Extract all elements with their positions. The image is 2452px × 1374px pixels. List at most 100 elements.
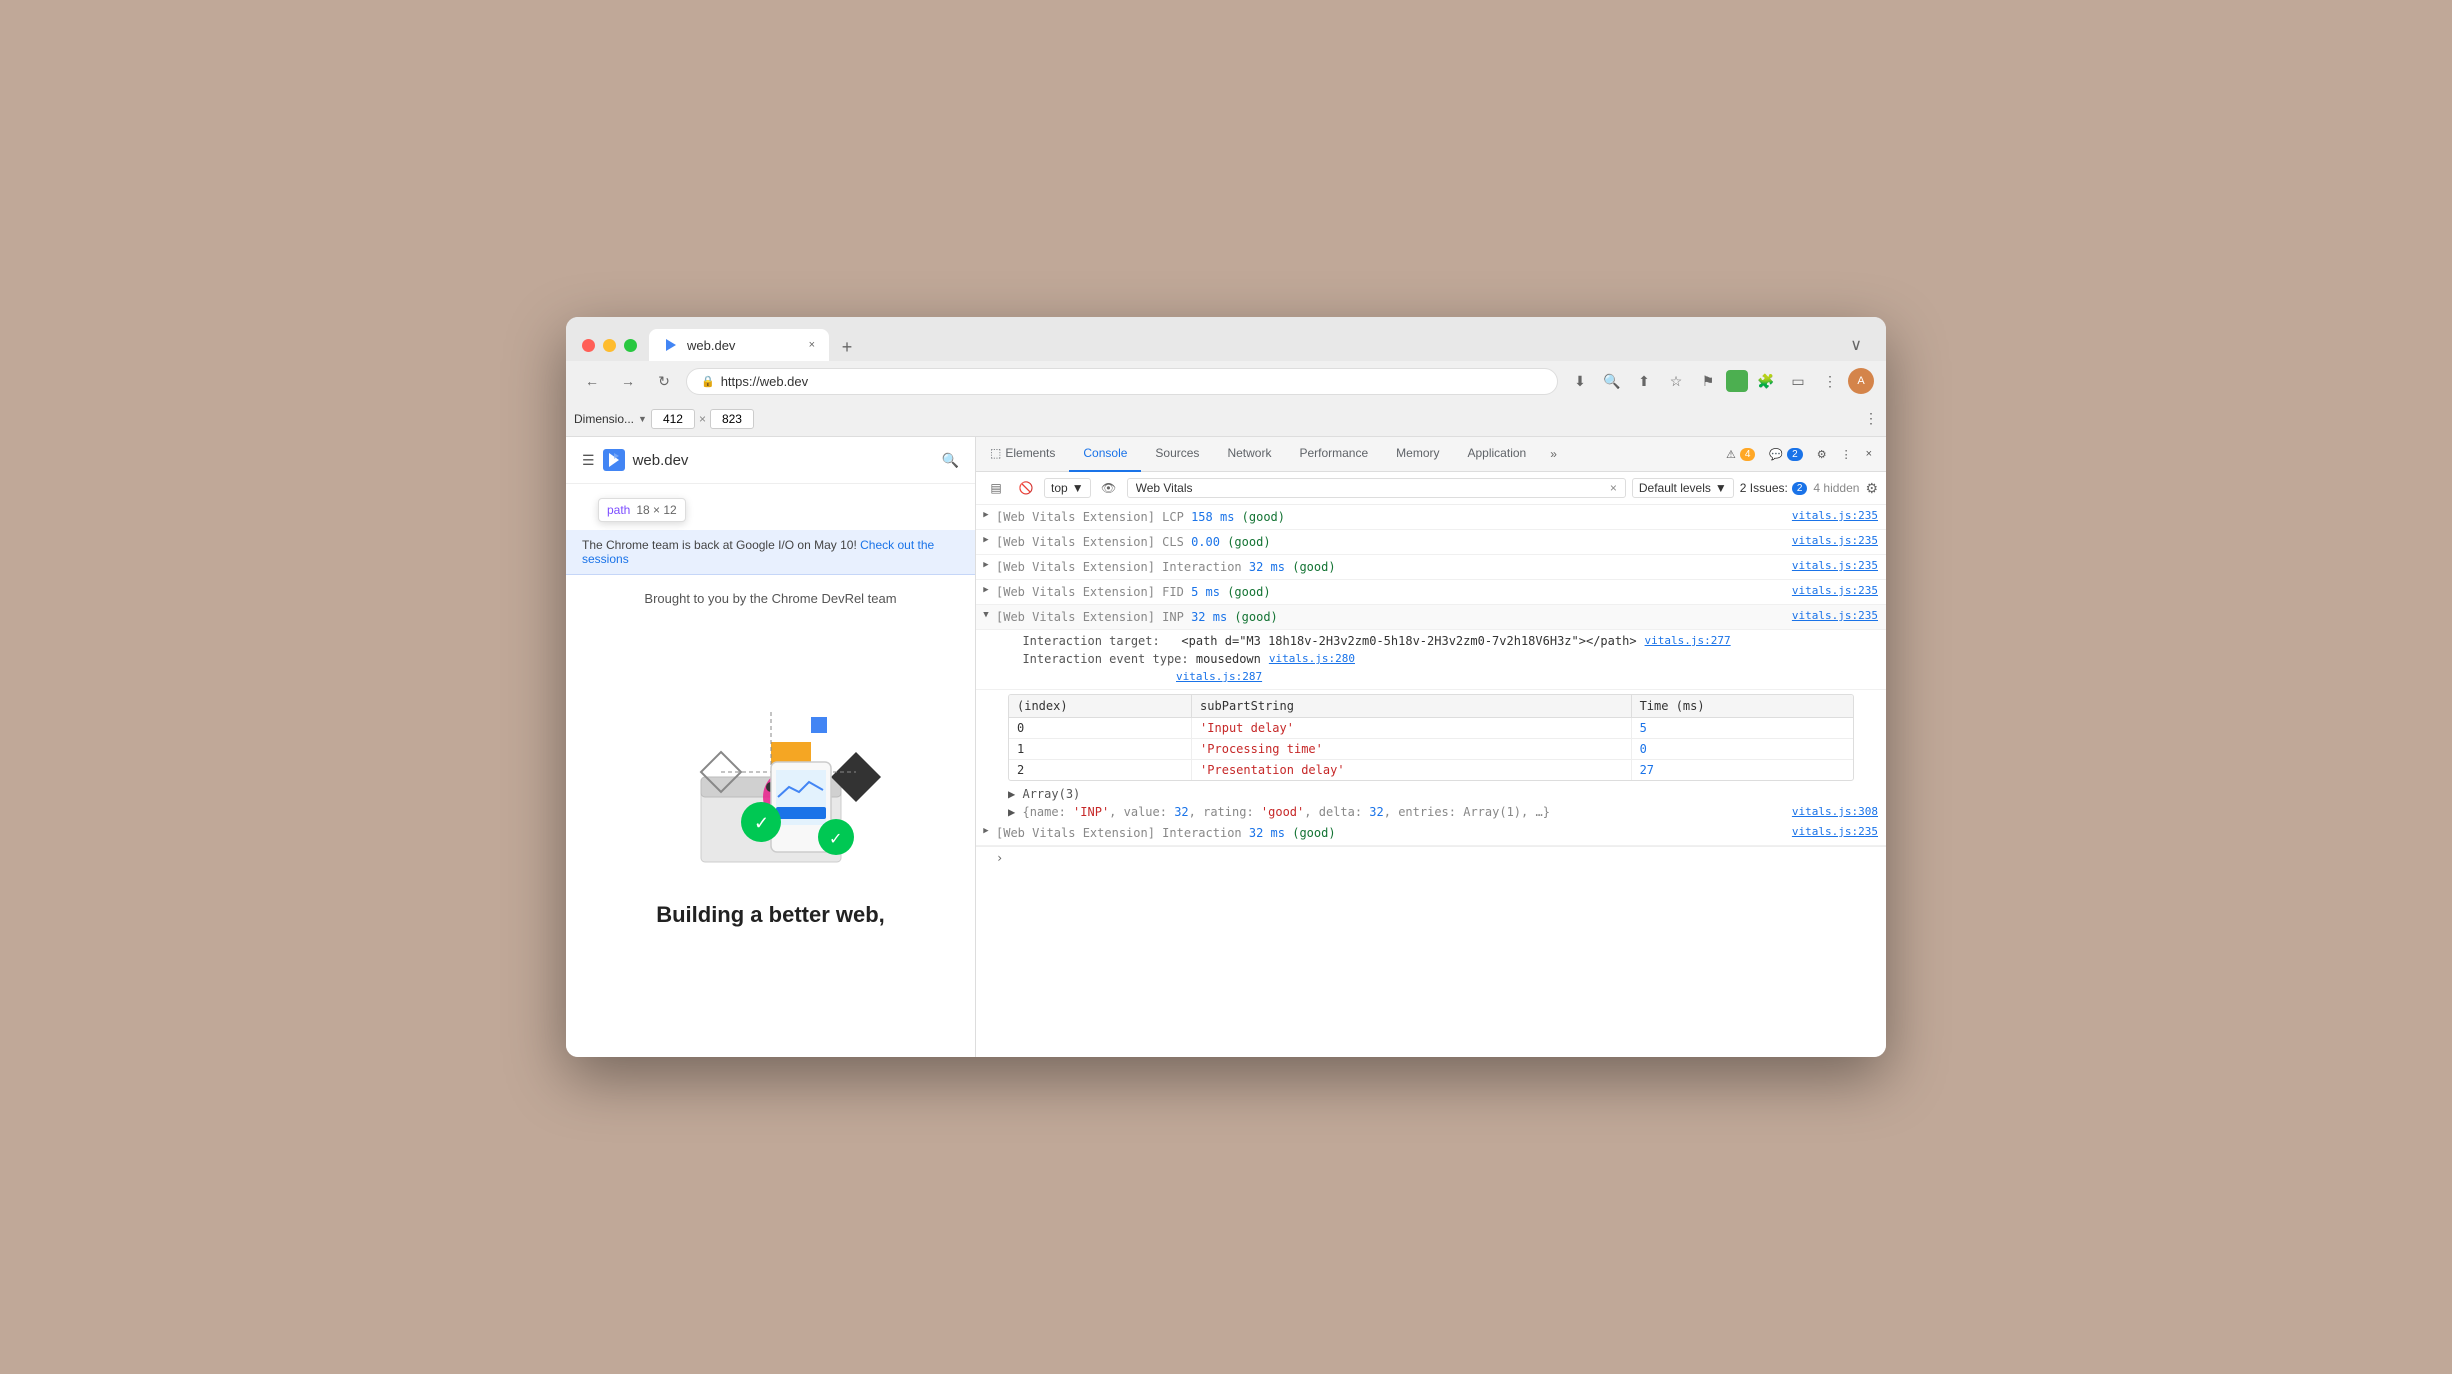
tab-favicon-icon <box>663 337 679 353</box>
toolbar-actions: ⬇ 🔍 ⬆ ☆ ⚑ 🧩 ▭ ⋮ A <box>1566 367 1874 395</box>
back-button[interactable]: ← <box>578 367 606 395</box>
tab-network[interactable]: Network <box>1213 437 1285 472</box>
clear-filter-button[interactable]: × <box>1610 481 1617 495</box>
log-source[interactable]: vitals.js:235 <box>1792 583 1878 600</box>
levels-selector[interactable]: Default levels ▼ <box>1632 478 1734 498</box>
puzzle-button[interactable]: 🧩 <box>1752 367 1780 395</box>
expand-button[interactable]: ▶ <box>1008 805 1015 819</box>
list-item[interactable]: ▼ [Web Vitals Extension] INP 32 ms (good… <box>976 605 1886 630</box>
dropdown-icon: ▼ <box>638 414 647 424</box>
levels-label: Default levels <box>1639 481 1711 495</box>
bookmark-button[interactable]: ☆ <box>1662 367 1690 395</box>
tab-memory[interactable]: Memory <box>1382 437 1453 472</box>
console-settings-button[interactable]: ⚙ <box>1865 480 1878 497</box>
dimension-preset-label[interactable]: Dimensio... <box>574 412 634 426</box>
log-source[interactable]: vitals.js:280 <box>1269 652 1355 665</box>
expand-button[interactable]: ▶ <box>980 826 992 838</box>
list-item[interactable]: ▶ [Web Vitals Extension] Interaction 32 … <box>976 821 1886 846</box>
table-row: 0 'Input delay' 5 <box>1009 718 1853 739</box>
filter-input[interactable] <box>1136 481 1604 495</box>
traffic-lights <box>582 339 637 352</box>
tab-sources[interactable]: Sources <box>1141 437 1213 472</box>
tab-console[interactable]: Console <box>1069 437 1141 472</box>
expand-button[interactable]: ▶ <box>980 510 992 522</box>
list-item[interactable]: ▶ [Web Vitals Extension] CLS 0.00 (good)… <box>976 530 1886 555</box>
sidebar-panel-button[interactable]: ▤ <box>984 476 1008 500</box>
flag-button[interactable]: ⚑ <box>1694 367 1722 395</box>
context-selector[interactable]: top ▼ <box>1044 478 1091 498</box>
list-item[interactable]: ▶ [Web Vitals Extension] FID 5 ms (good)… <box>976 580 1886 605</box>
expand-button[interactable]: ▶ <box>980 535 992 547</box>
log-source[interactable]: vitals.js:235 <box>1792 533 1878 550</box>
issues-count: 2 Issues: 2 <box>1740 481 1808 495</box>
table-cell-index: 2 <box>1009 760 1192 781</box>
array-entry[interactable]: ▶ Array(3) <box>976 785 1886 803</box>
detail-label: Interaction event type: <box>1008 652 1196 666</box>
devtools-more-button[interactable]: ⋮ <box>1835 445 1858 464</box>
tab-performance[interactable]: Performance <box>1285 437 1382 472</box>
info-badge[interactable]: 💬 2 <box>1763 445 1808 464</box>
height-input[interactable] <box>710 409 754 429</box>
reload-button[interactable]: ↻ <box>650 367 678 395</box>
eye-button[interactable]: 👁 <box>1097 476 1121 500</box>
warning-badge[interactable]: ⚠ 4 <box>1720 445 1761 464</box>
detail-row: Interaction event type: mousedown vitals… <box>1008 650 1878 668</box>
array-label: Array(3) <box>1022 787 1080 801</box>
issues-label: 2 Issues: <box>1740 481 1788 495</box>
log-text: [Web Vitals Extension] Interaction 32 ms… <box>996 824 1784 842</box>
clear-console-button[interactable]: 🚫 <box>1014 476 1038 500</box>
more-tabs-button[interactable]: » <box>1540 447 1567 461</box>
log-source[interactable]: vitals.js:287 <box>1176 670 1262 683</box>
log-source[interactable]: vitals.js:277 <box>1645 634 1731 647</box>
avatar-button[interactable]: A <box>1848 368 1874 394</box>
log-source[interactable]: vitals.js:235 <box>1792 608 1878 625</box>
search-filter: × <box>1127 478 1626 498</box>
lock-icon: 🔒 <box>701 375 715 388</box>
new-tab-button[interactable]: + <box>833 333 861 361</box>
devtools-settings-button[interactable]: ⚙ <box>1811 445 1833 464</box>
devtools-close-button[interactable]: × <box>1860 445 1878 463</box>
table-cell-index: 0 <box>1009 718 1192 739</box>
search-button[interactable]: 🔍 <box>942 452 959 469</box>
zoom-button[interactable]: 🔍 <box>1598 367 1626 395</box>
log-source[interactable]: vitals.js:235 <box>1792 824 1878 841</box>
hamburger-icon[interactable]: ☰ <box>582 452 595 469</box>
expand-button[interactable]: ▶ <box>980 585 992 597</box>
expand-button[interactable]: ▶ <box>1008 787 1015 801</box>
expand-button[interactable]: ▶ <box>980 560 992 572</box>
tab-application[interactable]: Application <box>1454 437 1541 472</box>
sidebar-button[interactable]: ▭ <box>1784 367 1812 395</box>
log-source[interactable]: vitals.js:235 <box>1792 508 1878 525</box>
detail-row: vitals.js:287 <box>1008 668 1878 685</box>
log-source[interactable]: vitals.js:308 <box>1792 805 1878 818</box>
expand-button[interactable]: ▼ <box>980 610 992 622</box>
more-options-btn[interactable]: ⋮ <box>1864 410 1878 428</box>
download-button[interactable]: ⬇ <box>1566 367 1594 395</box>
devtools-tabs: ⬚ Elements Console Sources Network Perfo… <box>976 437 1886 472</box>
list-item[interactable]: ▶ [Web Vitals Extension] Interaction 32 … <box>976 555 1886 580</box>
console-prompt-icon: › <box>996 851 1003 865</box>
detail-value: <path d="M3 18h18v-2H3v2zm0-5h18v-2H3v2z… <box>1181 634 1636 648</box>
more-button[interactable]: ⋮ <box>1816 367 1844 395</box>
address-field[interactable]: 🔒 https://web.dev <box>686 368 1558 395</box>
devtools-tab-actions: ⚠ 4 💬 2 ⚙ ⋮ × <box>1720 445 1886 464</box>
tab-menu-button[interactable]: ∨ <box>1842 331 1870 359</box>
maximize-window-button[interactable] <box>624 339 637 352</box>
tab-elements[interactable]: ⬚ Elements <box>976 437 1069 472</box>
webpage-body: Brought to you by the Chrome DevRel team <box>566 575 975 944</box>
share-button[interactable]: ⬆ <box>1630 367 1658 395</box>
context-value: top <box>1051 481 1068 495</box>
tab-close-button[interactable]: × <box>809 339 815 351</box>
extension-green-button[interactable] <box>1726 370 1748 392</box>
log-source[interactable]: vitals.js:235 <box>1792 558 1878 575</box>
close-window-button[interactable] <box>582 339 595 352</box>
object-entry[interactable]: ▶ {name: 'INP', value: 32, rating: 'good… <box>976 803 1886 821</box>
list-item[interactable]: ▶ [Web Vitals Extension] LCP 158 ms (goo… <box>976 505 1886 530</box>
width-input[interactable] <box>651 409 695 429</box>
path-tooltip-label: path <box>607 503 630 517</box>
minimize-window-button[interactable] <box>603 339 616 352</box>
table-cell-index: 1 <box>1009 739 1192 760</box>
forward-button[interactable]: → <box>614 367 642 395</box>
browser-tab[interactable]: web.dev × <box>649 329 829 361</box>
warning-count: 4 <box>1740 448 1756 461</box>
